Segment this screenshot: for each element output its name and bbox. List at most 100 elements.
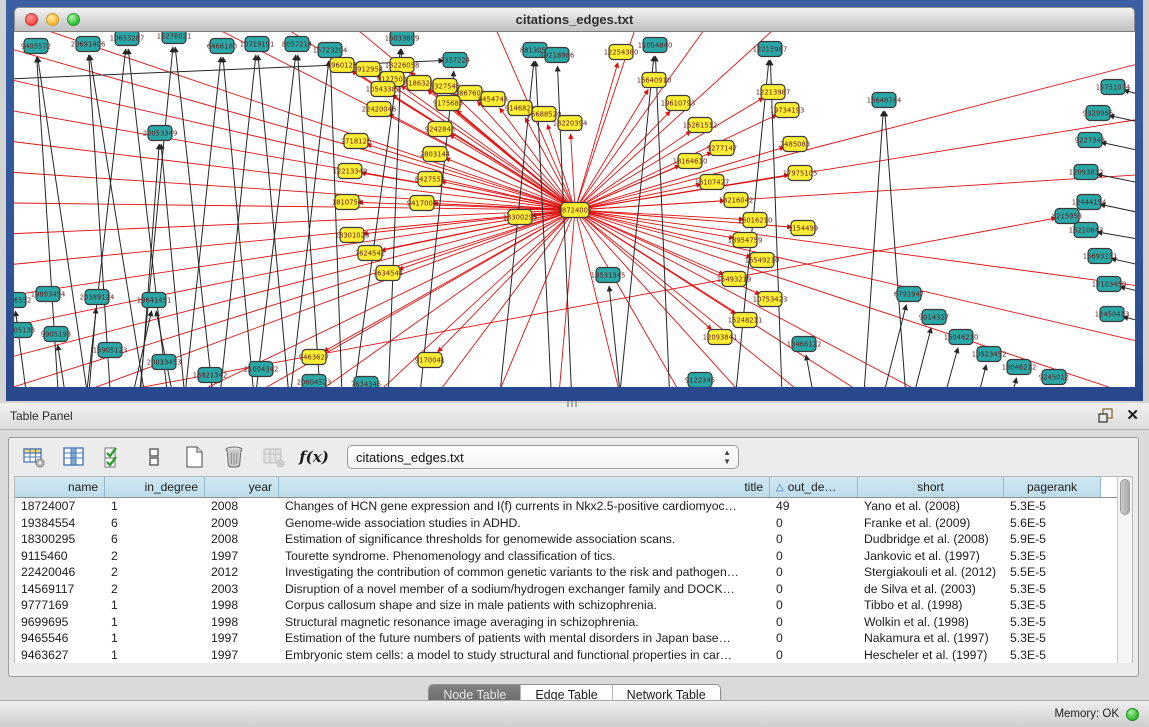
table-cell-year[interactable]: 2003 (205, 582, 279, 596)
graph-node[interactable]: 9463627 (299, 350, 329, 365)
table-cell-name[interactable]: 14569117 (15, 582, 105, 596)
table-cell-pagerank[interactable]: 5.6E-5 (1004, 516, 1101, 530)
graph-node[interactable]: 9912954 (353, 62, 383, 77)
graph-node[interactable]: 16033809 (385, 32, 420, 46)
table-row[interactable]: 1830029562008Estimation of significance … (15, 531, 1132, 548)
graph-node[interactable]: 9242848 (425, 122, 455, 137)
graph-node[interactable]: 18300295 (503, 210, 538, 225)
graph-node[interactable]: 9227343 (1075, 133, 1105, 148)
graph-node[interactable]: 18046212 (1002, 360, 1037, 375)
graph-node[interactable]: 9277147 (707, 141, 737, 156)
graph-node[interactable]: 1810754 (332, 195, 362, 210)
table-cell-year[interactable]: 2009 (205, 516, 279, 530)
column-preferences-icon[interactable] (61, 444, 87, 470)
table-header-row[interactable]: namein_degreeyeartitle△out_de…shortpager… (15, 477, 1132, 498)
table-cell-name[interactable]: 18724007 (15, 499, 105, 513)
graph-node[interactable]: 19841451 (137, 293, 172, 308)
table-cell-out_de[interactable]: 0 (770, 565, 858, 579)
table-cell-year[interactable]: 1997 (205, 631, 279, 645)
graph-edge[interactable] (575, 210, 1135, 292)
graph-edge[interactable] (999, 378, 1016, 387)
graph-node[interactable]: 7485083 (780, 137, 810, 152)
table-cell-name[interactable]: 9115460 (15, 549, 105, 563)
table-cell-short[interactable]: de Silva et al. (2003) (858, 582, 1004, 596)
graph-node[interactable]: 16210643 (1069, 223, 1104, 238)
graph-node[interactable]: 15905123 (93, 343, 128, 358)
graph-node[interactable]: 9014327 (919, 310, 949, 325)
graph-node[interactable]: 16648784 (867, 93, 902, 108)
table-cell-out_de[interactable]: 0 (770, 532, 858, 546)
table-selector-dropdown[interactable]: citations_edges.txt ▲▼ (347, 445, 739, 469)
table-cell-pagerank[interactable]: 5.3E-5 (1004, 615, 1101, 629)
graph-node[interactable]: 9905193 (41, 327, 71, 342)
table-cell-name[interactable]: 18300295 (15, 532, 105, 546)
row-height-icon[interactable] (141, 444, 167, 470)
graph-node[interactable]: 9175685 (433, 96, 463, 111)
graph-node[interactable]: 16046210 (944, 330, 979, 345)
graph-node[interactable]: 21004342 (244, 362, 279, 377)
graph-edge[interactable] (179, 57, 221, 387)
table-row[interactable]: 969969511998Structural magnetic resonanc… (15, 614, 1132, 631)
graph-node[interactable]: 19734193 (770, 103, 805, 118)
table-row[interactable]: 2242004622012Investigating the contribut… (15, 564, 1132, 581)
table-cell-title[interactable]: Disruption of a novel member of a sodium… (279, 582, 770, 596)
graph-node[interactable]: 15248211 (728, 313, 763, 328)
graph-node[interactable]: 8057214 (282, 37, 312, 52)
graph-node[interactable]: 18220394 (553, 116, 588, 131)
table-cell-pagerank[interactable]: 5.3E-5 (1004, 598, 1101, 612)
graph-node[interactable]: 12444154 (1072, 195, 1107, 210)
column-header-out_de[interactable]: △out_de… (770, 477, 858, 497)
graph-edge[interactable] (575, 210, 1135, 387)
graph-edge[interactable] (575, 89, 648, 210)
graph-edge[interactable] (80, 49, 126, 387)
graph-node[interactable]: 16549210 (745, 253, 780, 268)
column-header-year[interactable]: year (205, 477, 279, 497)
graph-node[interactable]: 8215953 (1052, 209, 1082, 224)
graph-node[interactable]: 22420046 (362, 102, 397, 117)
graph-node[interactable]: 16921342 (193, 368, 228, 383)
close-window-icon[interactable] (25, 13, 38, 26)
graph-node[interactable]: 9905133 (14, 323, 35, 338)
table-cell-out_de[interactable]: 0 (770, 631, 858, 645)
graph-node[interactable]: 10753423 (753, 292, 788, 307)
graph-node[interactable]: 10923452 (972, 347, 1007, 362)
create-column-icon[interactable] (181, 444, 207, 470)
graph-edge[interactable] (899, 328, 931, 387)
table-cell-name[interactable]: 9699695 (15, 615, 105, 629)
graph-edge[interactable] (1124, 90, 1135, 107)
table-cell-year[interactable]: 1998 (205, 615, 279, 629)
table-cell-title[interactable]: Corpus callosum shape and size in male p… (279, 598, 770, 612)
graph-edge[interactable] (14, 210, 575, 237)
close-panel-icon[interactable]: ✕ (1126, 408, 1139, 424)
table-row[interactable]: 1872400712008Changes of HCN gene express… (15, 498, 1132, 515)
table-cell-year[interactable]: 2012 (205, 565, 279, 579)
table-cell-pagerank[interactable]: 5.5E-5 (1004, 565, 1101, 579)
graph-edge[interactable] (964, 365, 986, 387)
graph-edge[interactable] (330, 61, 344, 387)
table-cell-in_degree[interactable]: 1 (105, 615, 205, 629)
table-cell-pagerank[interactable]: 5.3E-5 (1004, 499, 1101, 513)
graph-node[interactable]: 7624542 (355, 246, 385, 261)
graph-edge[interactable] (575, 210, 714, 387)
table-cell-pagerank[interactable]: 5.3E-5 (1004, 648, 1101, 662)
table-row[interactable]: 911546021997Tourette syndrome. Phenomeno… (15, 548, 1132, 565)
table-cell-year[interactable]: 1997 (205, 549, 279, 563)
graph-node[interactable]: 20604523 (297, 375, 332, 388)
table-cell-out_de[interactable]: 0 (770, 648, 858, 662)
column-header-in_degree[interactable]: in_degree (105, 477, 205, 497)
table-cell-in_degree[interactable]: 1 (105, 499, 205, 513)
table-cell-title[interactable]: Genome-wide association studies in ADHD. (279, 516, 770, 530)
graph-node[interactable]: 15493219 (717, 272, 752, 287)
table-cell-out_de[interactable]: 0 (770, 549, 858, 563)
network-canvas[interactable]: 9405572206914061065328715276021646616010… (14, 32, 1135, 387)
function-builder-icon[interactable]: f(x) (301, 444, 327, 470)
graph-node[interactable]: 16640910 (637, 73, 672, 88)
table-cell-in_degree[interactable]: 1 (105, 631, 205, 645)
graph-node[interactable]: 18954759 (728, 233, 763, 248)
graph-node[interactable]: 9245012 (1039, 370, 1069, 385)
table-cell-short[interactable]: Hescheler et al. (1997) (858, 648, 1004, 662)
graph-node[interactable]: 20389124 (80, 290, 115, 305)
table-cell-name[interactable]: 22420046 (15, 565, 105, 579)
table-row[interactable]: 946362711997Embryonic stem cells: a mode… (15, 647, 1132, 664)
graph-edge[interactable] (164, 32, 575, 210)
